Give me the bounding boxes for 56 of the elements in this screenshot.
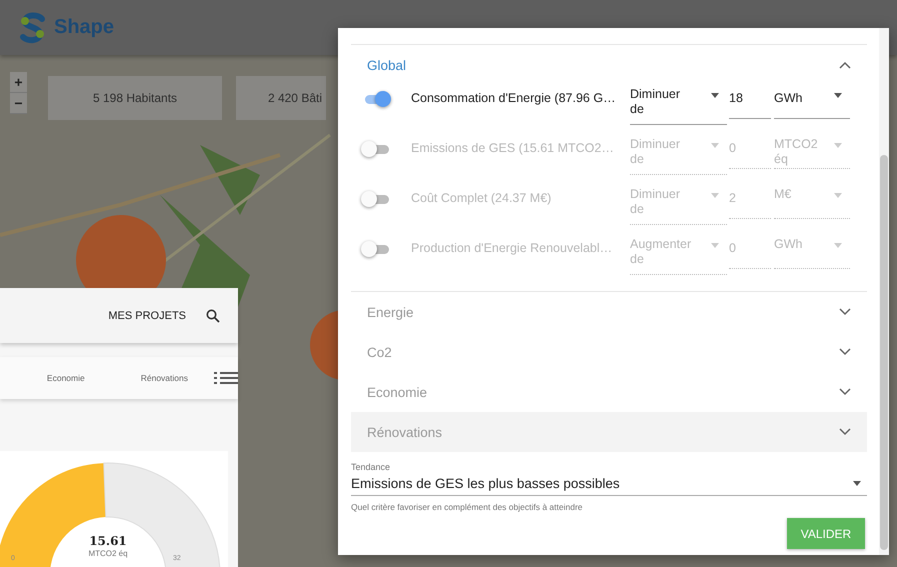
chevron-down-icon xyxy=(839,348,851,356)
tab[interactable]: Economie xyxy=(46,373,85,383)
caret-icon xyxy=(711,193,719,198)
toggle-switch[interactable] xyxy=(361,239,391,259)
gauge-value: 15.61 xyxy=(88,534,128,548)
caret-icon xyxy=(834,143,842,148)
value-input[interactable]: 2 xyxy=(729,187,771,219)
gauge-unit: MTCO2 éq xyxy=(87,549,129,558)
chevron-down-icon xyxy=(839,308,851,316)
field-hint: Quel critère favoriser en complément des objectifs à atteindre xyxy=(351,502,584,512)
section-header[interactable]: Global xyxy=(351,45,867,85)
direction-select[interactable]: Augmenter de xyxy=(630,237,727,275)
objective-label: Consommation d'Energie (87.96 G… xyxy=(411,91,617,105)
zoom-out-button[interactable]: − xyxy=(10,93,27,114)
caret-icon xyxy=(834,193,842,198)
objective-label: Coût Complet (24.37 M€) xyxy=(411,191,552,205)
objective-label: Production d'Energie Renouvelabl… xyxy=(411,241,614,255)
field-label: Tendance xyxy=(351,462,392,472)
value-input[interactable]: 0 xyxy=(729,137,771,169)
section-header[interactable]: Economie xyxy=(351,372,867,412)
chevron-up-icon xyxy=(839,61,851,69)
unit-select[interactable]: GWh xyxy=(774,237,850,269)
section-header[interactable]: Co2 xyxy=(351,332,867,372)
direction-select[interactable]: Diminuer de xyxy=(630,87,727,125)
scrollbar-thumb[interactable] xyxy=(880,155,888,550)
chevron-down-icon xyxy=(839,388,851,396)
logo-text: Shape xyxy=(54,16,114,39)
toggle-switch[interactable] xyxy=(361,189,391,209)
chevron-down-icon xyxy=(839,428,851,436)
caret-icon xyxy=(711,93,719,98)
caret-icon xyxy=(834,93,842,98)
stat-card: 2 420 Bâti xyxy=(236,76,326,120)
zoom-in-button[interactable]: + xyxy=(10,72,27,93)
unit-select[interactable]: MTCO2 éq xyxy=(774,137,850,169)
objective-label: Emissions de GES (15.61 MTCO2… xyxy=(411,141,615,155)
toggle-switch[interactable] xyxy=(361,139,391,159)
unit-select[interactable]: M€ xyxy=(774,187,850,219)
caret-icon xyxy=(834,243,842,248)
tab[interactable]: Rénovations xyxy=(140,373,188,383)
caret-icon xyxy=(711,243,719,248)
list-icon[interactable] xyxy=(214,371,238,385)
logo-icon xyxy=(18,12,48,44)
value-input[interactable]: 18 xyxy=(729,87,771,119)
caret-icon xyxy=(711,143,719,148)
direction-select[interactable]: Diminuer de xyxy=(630,187,727,225)
stat-card: 5 198 Habitants xyxy=(48,76,222,120)
tendance-select[interactable]: Emissions de GES les plus basses possibles xyxy=(351,473,867,496)
validate-button[interactable]: VALIDER xyxy=(787,518,865,549)
unit-select[interactable]: GWh xyxy=(774,87,850,119)
search-icon[interactable] xyxy=(206,308,220,322)
my-projects-link[interactable]: MES PROJETS xyxy=(108,310,186,322)
direction-select[interactable]: Diminuer de xyxy=(630,137,727,175)
caret-icon xyxy=(853,481,861,486)
section-header[interactable]: Energie xyxy=(351,292,867,332)
value-input[interactable]: 0 xyxy=(729,237,771,269)
section-header-highlighted[interactable]: Rénovations xyxy=(351,412,867,452)
